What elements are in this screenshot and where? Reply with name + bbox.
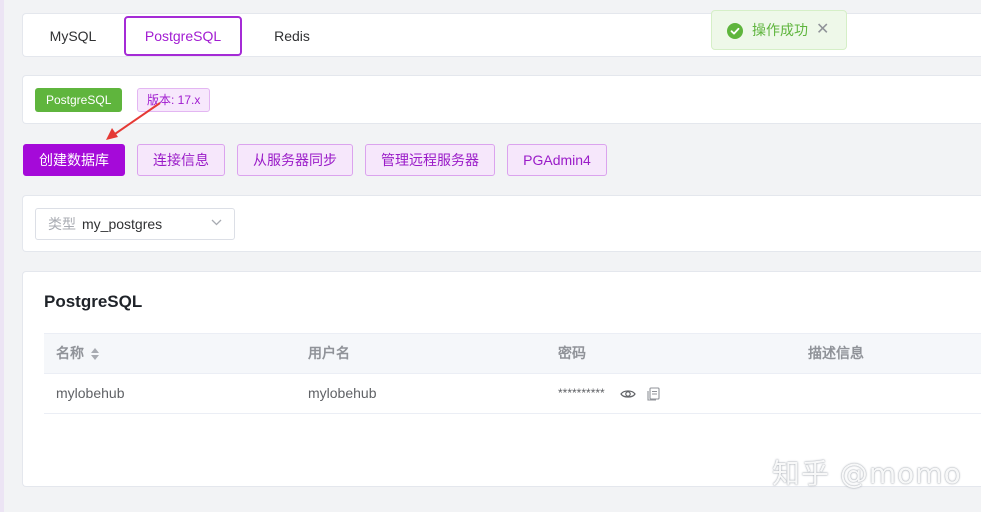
column-header-name[interactable]: 名称 bbox=[56, 334, 84, 373]
create-database-button[interactable]: 创建数据库 bbox=[23, 144, 125, 176]
table-title: PostgreSQL bbox=[44, 292, 143, 311]
cell-username: mylobehub bbox=[308, 385, 377, 401]
cell-password: ********** bbox=[558, 386, 605, 400]
success-toast: 操作成功 ✕ bbox=[711, 10, 847, 50]
check-circle-icon bbox=[727, 23, 743, 39]
cell-name: mylobehub bbox=[56, 385, 125, 401]
column-header-description: 描述信息 bbox=[808, 345, 864, 361]
tab-postgresql[interactable]: PostgreSQL bbox=[124, 16, 242, 56]
copy-icon[interactable] bbox=[646, 386, 662, 402]
column-header-username: 用户名 bbox=[308, 345, 350, 361]
left-edge-strip bbox=[0, 0, 4, 512]
connection-info-button[interactable]: 连接信息 bbox=[137, 144, 225, 176]
select-value: my_postgres bbox=[82, 216, 163, 232]
table-row[interactable]: mylobehub mylobehub ********** bbox=[44, 374, 981, 414]
version-panel: PostgreSQL 版本: 17.x bbox=[22, 75, 981, 124]
chevron-down-icon bbox=[211, 209, 222, 239]
tab-mysql[interactable]: MySQL bbox=[33, 16, 113, 56]
toast-message: 操作成功 bbox=[752, 22, 808, 38]
close-icon[interactable]: ✕ bbox=[816, 11, 829, 49]
select-prefix-label: 类型 bbox=[48, 216, 76, 232]
manage-remote-servers-button[interactable]: 管理远程服务器 bbox=[365, 144, 495, 176]
column-header-password: 密码 bbox=[558, 345, 586, 361]
pgadmin4-button[interactable]: PGAdmin4 bbox=[507, 144, 607, 176]
table-header: 名称 用户名 密码 描述信息 bbox=[44, 333, 981, 374]
eye-icon[interactable] bbox=[620, 386, 636, 402]
annotation-arrow-icon bbox=[106, 102, 161, 140]
watermark: 知乎 @momo bbox=[772, 457, 962, 490]
sync-from-server-button[interactable]: 从服务器同步 bbox=[237, 144, 353, 176]
tab-redis[interactable]: Redis bbox=[251, 16, 333, 56]
filter-panel: 类型 my_postgres bbox=[22, 195, 981, 252]
type-select[interactable]: 类型 my_postgres bbox=[35, 208, 235, 240]
sort-icon[interactable] bbox=[90, 347, 100, 361]
